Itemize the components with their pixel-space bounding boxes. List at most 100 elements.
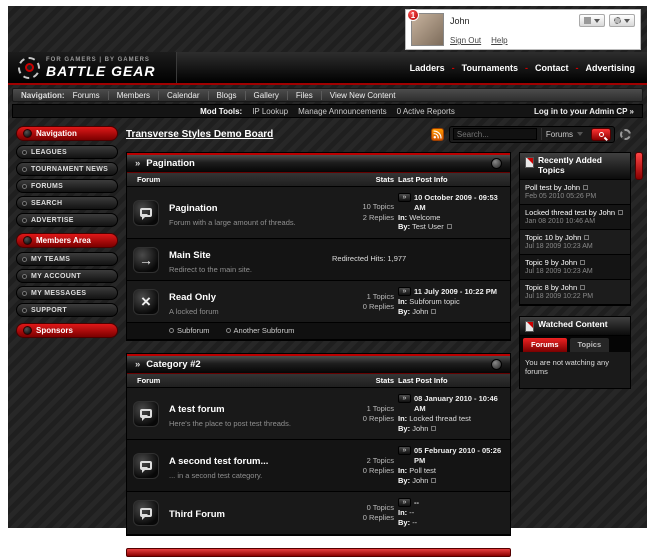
category-title[interactable]: Pagination xyxy=(146,158,195,169)
nav-tournaments[interactable]: Tournaments xyxy=(445,63,518,73)
last-post-date: -- xyxy=(414,498,419,508)
last-post-author-link[interactable]: -- xyxy=(412,518,417,527)
forum-description: Redirect to the main site. xyxy=(169,265,252,274)
tab-topics[interactable]: Topics xyxy=(569,337,610,352)
recent-topic-link[interactable]: Topic 10 by John xyxy=(525,233,581,242)
search-bar: Forums xyxy=(448,125,615,143)
user-options-dropdown[interactable] xyxy=(609,14,635,27)
nav-ladders[interactable]: Ladders xyxy=(410,63,445,73)
external-link-icon xyxy=(580,259,586,265)
collapse-toggle-button[interactable] xyxy=(491,158,502,169)
chevron-down-icon xyxy=(624,18,630,23)
last-post-author-link[interactable]: John xyxy=(412,424,428,433)
sidebar-section-navigation[interactable]: Navigation xyxy=(16,126,118,141)
collapse-toggle-button[interactable] xyxy=(491,359,502,371)
last-post-go-button[interactable]: » xyxy=(398,193,411,202)
col-stats: Stats xyxy=(375,376,394,386)
header-nav: Ladders Tournaments Contact Advertising xyxy=(410,63,647,73)
gear-core xyxy=(24,63,34,72)
sidebar-item-my-teams[interactable]: MY TEAMS xyxy=(16,252,118,266)
forum-link[interactable]: Read Only xyxy=(169,292,216,303)
mod-ip-lookup[interactable]: IP Lookup xyxy=(252,107,288,116)
sidebar-item-my-messages[interactable]: MY MESSAGES xyxy=(16,286,118,300)
forum-link[interactable]: Pagination xyxy=(169,203,218,214)
forum-link[interactable]: A test forum xyxy=(169,404,225,415)
recent-topic-link[interactable]: Topic 8 by John xyxy=(525,283,577,292)
search-button[interactable] xyxy=(591,127,611,141)
breadcrumb[interactable]: Transverse Styles Demo Board xyxy=(126,129,273,140)
sidebar-section-sponsors[interactable]: Sponsors xyxy=(16,323,118,338)
navbar-forums[interactable]: Forums xyxy=(73,91,108,100)
replies-count: 0 Replies xyxy=(362,301,394,311)
navbar-members[interactable]: Members xyxy=(107,90,158,100)
navbar-gallery[interactable]: Gallery xyxy=(244,90,287,100)
sidebar-item-tournament-news[interactable]: TOURNAMENT NEWS xyxy=(16,162,118,176)
recent-topic-link[interactable]: Topic 9 by John xyxy=(525,258,577,267)
forum-link[interactable]: Main Site xyxy=(169,250,211,261)
last-post-go-button[interactable]: » xyxy=(398,498,411,508)
replies-count: 0 Replies xyxy=(362,413,394,423)
subforum-link[interactable]: Another Subforum xyxy=(234,326,295,335)
sidebar-item-leagues[interactable]: LEAGUES xyxy=(16,145,118,159)
last-post-topic-link[interactable]: Welcome xyxy=(409,213,440,222)
subforum-link[interactable]: Subforum xyxy=(177,326,210,335)
block-title: Watched Content xyxy=(538,318,608,329)
sidebar-item-label: MY TEAMS xyxy=(31,255,71,263)
forum-cell: Pagination Forum with a large amount of … xyxy=(169,198,328,227)
user-menu-dropdown[interactable] xyxy=(579,14,605,27)
help-link[interactable]: Help xyxy=(491,36,507,45)
recent-topic-link[interactable]: Poll test by John xyxy=(525,183,580,192)
last-post-go-button[interactable]: » xyxy=(398,394,411,404)
forum-link[interactable]: Third Forum xyxy=(169,509,225,520)
navbar-calendar[interactable]: Calendar xyxy=(158,90,207,100)
column-header-row: Forum Stats Last Post Info xyxy=(127,173,510,187)
nav-contact[interactable]: Contact xyxy=(518,63,569,73)
last-post-topic-link[interactable]: -- xyxy=(409,508,414,517)
sidebar-item-forums[interactable]: FORUMS xyxy=(16,179,118,193)
category-title[interactable]: Category #2 xyxy=(146,359,200,370)
search-settings-gear-icon[interactable] xyxy=(620,128,631,140)
last-post-topic-link[interactable]: Subforum topic xyxy=(409,297,459,306)
navbar-view-new-content[interactable]: View New Content xyxy=(320,90,404,100)
nav-advertising[interactable]: Advertising xyxy=(568,63,635,73)
last-post-author-link[interactable]: John xyxy=(412,476,428,485)
forum-link[interactable]: A second test forum... xyxy=(169,456,268,467)
admin-cp-link[interactable]: Log in to your Admin CP » xyxy=(534,107,634,116)
last-post-go-button[interactable]: » xyxy=(398,446,411,456)
mod-manage-announcements[interactable]: Manage Announcements xyxy=(298,107,387,116)
last-post-info: » 08 January 2010 - 10:46 AM In: Locked … xyxy=(398,394,504,433)
last-post-go-button[interactable]: » xyxy=(398,287,411,296)
navbar-files[interactable]: Files xyxy=(286,90,321,100)
search-input[interactable] xyxy=(452,128,537,140)
navbar-blogs[interactable]: Blogs xyxy=(207,90,245,100)
sidebar-item-support[interactable]: SUPPORT xyxy=(16,303,118,317)
by-label: By: xyxy=(398,306,411,316)
site-logo[interactable]: FOR GAMERS | BY GAMERS BATTLE GEAR xyxy=(8,52,177,83)
last-post-topic-link[interactable]: Locked thread test xyxy=(409,414,471,423)
mod-active-reports[interactable]: 0 Active Reports xyxy=(397,107,455,116)
sidebar-item-my-account[interactable]: MY ACCOUNT xyxy=(16,269,118,283)
last-post-author-link[interactable]: Test User xyxy=(412,222,444,231)
forum-cell: Main Site Redirect to the main site. xyxy=(169,245,328,274)
recent-topic-link[interactable]: Locked thread test by John xyxy=(525,208,615,217)
sidebar-item-advertise[interactable]: ADVERTISE xyxy=(16,213,118,227)
last-post-author-link[interactable]: John xyxy=(412,307,428,316)
x-icon xyxy=(141,293,151,310)
forum-row: Pagination Forum with a large amount of … xyxy=(127,187,510,239)
last-post-topic-link[interactable]: Poll test xyxy=(409,466,436,475)
notification-badge[interactable]: 1 xyxy=(407,9,419,21)
recent-topic-date: Jul 18 2009 10:23 AM xyxy=(525,242,593,250)
sidebar-section-members-area[interactable]: Members Area xyxy=(16,233,118,248)
forum-row: A second test forum... ... in a second t… xyxy=(127,440,510,493)
sidebar-item-label: SEARCH xyxy=(31,199,63,207)
forum-stats: 10 Topics 2 Replies xyxy=(332,202,394,222)
topics-count: 1 Topics xyxy=(366,403,394,413)
col-forum: Forum xyxy=(137,376,161,386)
search-scope-value: Forums xyxy=(545,129,573,139)
sign-out-link[interactable]: Sign Out xyxy=(450,36,481,45)
rss-icon[interactable] xyxy=(430,127,444,141)
user-avatar[interactable]: 1 xyxy=(407,9,444,46)
search-scope-select[interactable]: Forums xyxy=(540,128,587,140)
tab-forums[interactable]: Forums xyxy=(523,337,567,352)
sidebar-item-search[interactable]: SEARCH xyxy=(16,196,118,210)
